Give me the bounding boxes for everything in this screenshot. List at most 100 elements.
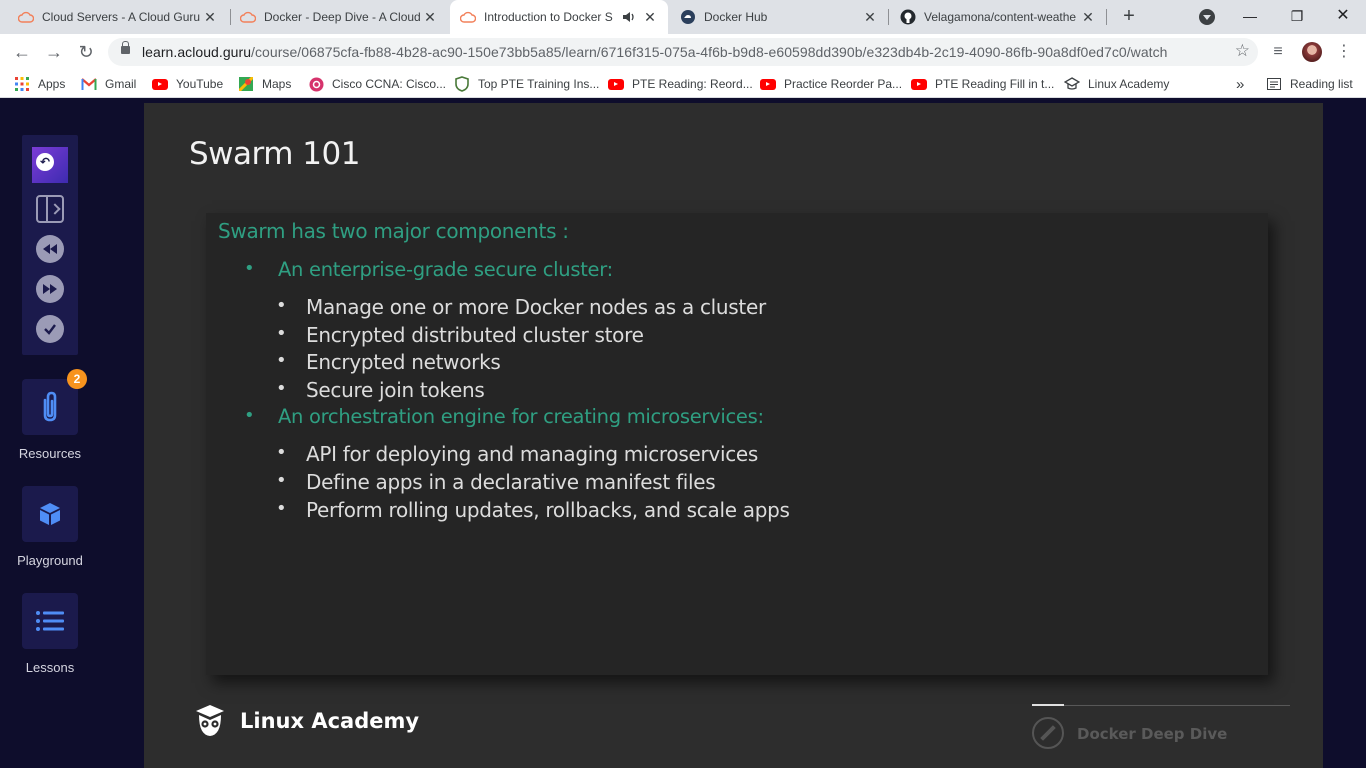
lock-icon [121, 41, 130, 54]
reload-icon[interactable]: ↻ [75, 41, 97, 63]
restore-icon[interactable]: ❐ [1285, 5, 1309, 27]
forward-arrow-icon[interactable]: → [43, 41, 65, 63]
acloudguru-cloud-icon [240, 9, 256, 25]
video-player[interactable]: Swarm 101 Swarm has two major components… [144, 103, 1323, 768]
tab-title: Cloud Servers - A Cloud Guru [42, 10, 201, 24]
course-name: Docker Deep Dive [1077, 725, 1228, 743]
bookmarks-bar: Apps Gmail YouTube Maps Cisco CCNA: Cisc… [0, 70, 1366, 98]
menu-kebab-icon[interactable]: ⋮ [1334, 42, 1354, 62]
bookmark-linux-academy[interactable]: Linux Academy [1064, 75, 1169, 93]
address-bar[interactable]: learn.acloud.guru/course/06875cfa-fb88-4… [108, 38, 1258, 66]
reading-list-button[interactable]: Reading list [1266, 75, 1353, 93]
playground-button[interactable] [22, 486, 78, 542]
bookmark-apps[interactable]: Apps [14, 75, 65, 93]
bullet-item: Secure join tokens [276, 378, 485, 402]
tab-cloud-servers[interactable]: Cloud Servers - A Cloud Guru ✕ [8, 0, 228, 34]
maps-icon [238, 76, 254, 92]
bookmark-label: Apps [38, 77, 66, 91]
close-tab-icon[interactable]: ✕ [202, 9, 218, 25]
close-tab-icon[interactable]: ✕ [642, 9, 658, 25]
close-tab-icon[interactable]: ✕ [422, 9, 438, 25]
divider [1032, 705, 1290, 706]
close-tab-icon[interactable]: ✕ [1080, 9, 1096, 25]
profile-avatar[interactable] [1302, 42, 1322, 62]
bookmark-label: Gmail [105, 77, 137, 91]
bullet-item: Encrypted distributed cluster store [276, 323, 644, 347]
bookmark-pte-reading-reorder[interactable]: PTE Reading: Reord... [608, 75, 753, 93]
paperclip-icon [43, 391, 57, 422]
bookmark-label: Maps [262, 77, 292, 91]
docker-hub-icon [680, 9, 696, 25]
toggle-panel-icon[interactable] [36, 195, 64, 223]
new-tab-button[interactable]: + [1118, 6, 1140, 28]
bookmark-label: YouTube [176, 77, 224, 91]
youtube-icon [152, 76, 168, 92]
close-window-icon[interactable]: ✕ [1331, 5, 1355, 27]
media-controls-icon[interactable]: ≡ [1268, 42, 1288, 62]
bullet-item: API for deploying and managing microserv… [276, 442, 758, 466]
bookmark-label: Practice Reorder Pa... [784, 77, 903, 91]
compass-icon [1032, 717, 1064, 749]
course-watermark: Docker Deep Dive [1032, 704, 1290, 765]
slide-title: Swarm 101 [189, 136, 360, 172]
course-thumbnail[interactable]: ↶ [32, 147, 68, 183]
bookmark-practice-reorder[interactable]: Practice Reorder Pa... [760, 75, 902, 93]
speaker-icon[interactable] [622, 10, 636, 24]
cisco-icon [308, 76, 324, 92]
bookmark-label: Linux Academy [1088, 77, 1170, 91]
resources-label: Resources [18, 446, 82, 461]
section-label: An orchestration engine for creating mic… [244, 405, 764, 428]
lessons-button[interactable] [22, 593, 78, 649]
tab-divider [888, 9, 889, 25]
tab-docker-deep-dive[interactable]: Docker - Deep Dive - A Cloud ✕ [230, 0, 448, 34]
slide-heading: Swarm has two major components : [218, 219, 569, 243]
back-arrow-icon[interactable]: ← [11, 41, 33, 63]
resources-count-badge: 2 [67, 369, 87, 389]
apps-grid-icon [14, 76, 30, 92]
mark-complete-check-icon[interactable] [36, 315, 64, 343]
resources-button[interactable] [22, 379, 78, 435]
rewind-icon[interactable] [36, 235, 64, 263]
owl-icon [196, 705, 224, 736]
minimize-icon[interactable]: — [1238, 5, 1262, 27]
more-bookmarks-icon[interactable]: » [1236, 75, 1244, 93]
bookmark-youtube[interactable]: YouTube [152, 75, 223, 93]
github-icon [900, 9, 916, 25]
bookmark-star-icon[interactable]: ☆ [1235, 41, 1250, 61]
tab-title: Introduction to Docker S [484, 10, 613, 24]
bullet-item: Manage one or more Docker nodes as a clu… [276, 295, 766, 319]
tab-github-repo[interactable]: Velagamona/content-weathe ✕ [890, 0, 1106, 34]
url-text[interactable]: learn.acloud.guru/course/06875cfa-fb88-4… [142, 44, 1168, 60]
playground-label: Playground [17, 553, 83, 568]
linux-academy-logo: Linux Academy [192, 703, 419, 739]
bookmark-cisco[interactable]: Cisco CCNA: Cisco... [308, 75, 446, 93]
tab-title: Docker Hub [704, 10, 768, 24]
close-tab-icon[interactable]: ✕ [862, 9, 878, 25]
shield-icon [454, 76, 470, 92]
bookmark-gmail[interactable]: Gmail [81, 75, 136, 93]
bookmark-maps[interactable]: Maps [238, 75, 291, 93]
player-sidebar: ↶ 2 Resources Playground Lessons [0, 99, 100, 768]
reading-list-label: Reading list [1290, 77, 1353, 91]
cube-icon [40, 503, 60, 525]
tab-search-icon[interactable] [1199, 9, 1215, 25]
fast-forward-icon[interactable] [36, 275, 64, 303]
list-icon [36, 611, 64, 631]
tab-introduction-to-docker[interactable]: Introduction to Docker S ✕ [450, 0, 668, 34]
back-icon[interactable]: ↶ [36, 153, 54, 171]
bullet-item: Perform rolling updates, rollbacks, and … [276, 498, 790, 522]
divider-accent [1032, 704, 1064, 706]
bookmark-label: PTE Reading: Reord... [632, 77, 753, 91]
acloudguru-cloud-icon [460, 9, 476, 25]
tab-title: Docker - Deep Dive - A Cloud [264, 10, 421, 24]
bookmark-pte-fill-in[interactable]: PTE Reading Fill in t... [911, 75, 1054, 93]
bookmark-pte-training[interactable]: Top PTE Training Ins... [454, 75, 599, 93]
player-controls: ↶ [22, 135, 78, 355]
tab-docker-hub[interactable]: Docker Hub ✕ [670, 0, 888, 34]
bookmark-label: Top PTE Training Ins... [478, 77, 600, 91]
graduation-cap-icon [1064, 76, 1080, 92]
youtube-icon [760, 76, 776, 92]
tab-strip: Cloud Servers - A Cloud Guru ✕ Docker - … [0, 0, 1366, 34]
tab-divider [1106, 9, 1107, 25]
bookmark-label: PTE Reading Fill in t... [935, 77, 1055, 91]
